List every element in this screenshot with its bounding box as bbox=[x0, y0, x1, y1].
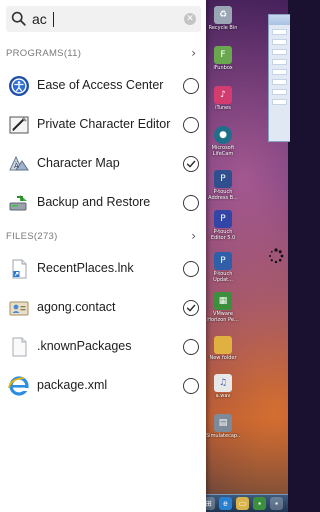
select-radio[interactable] bbox=[183, 261, 199, 277]
desktop-icon-label: P-touch Editor 5.0 bbox=[210, 229, 236, 241]
window-row bbox=[272, 39, 287, 45]
program-item-label: Backup and Restore bbox=[37, 195, 151, 209]
program-item-ease-of-access[interactable]: Ease of Access Center bbox=[0, 66, 206, 105]
desktop-icon-new-folder[interactable]: New folder bbox=[206, 336, 240, 361]
desktop-icon-ifunbox[interactable]: F iFunbox bbox=[206, 46, 240, 71]
chevron-right-icon[interactable]: › bbox=[191, 229, 196, 243]
desktop-icon-ptouch-address[interactable]: P P-touch Address B... bbox=[206, 170, 240, 201]
text-cursor bbox=[53, 12, 54, 27]
search-panel: ✕ PROGRAMS(11) › Ease of Access Center P… bbox=[0, 0, 206, 512]
app-taskbar-icon[interactable]: ▪ bbox=[253, 497, 266, 510]
select-radio-checked[interactable] bbox=[183, 300, 199, 316]
chevron-right-icon[interactable]: › bbox=[191, 46, 196, 60]
desktop-icon-label: iFunbox bbox=[213, 65, 233, 71]
window-titlebar bbox=[269, 15, 290, 25]
desktop-icon-label: P-touch Updat... bbox=[213, 271, 233, 283]
blank-file-icon bbox=[12, 337, 27, 357]
checkmark-icon bbox=[186, 160, 196, 168]
program-item-character-map[interactable]: Ä Character Map bbox=[0, 144, 206, 183]
ie-taskbar-icon[interactable]: e bbox=[219, 497, 232, 510]
select-radio[interactable] bbox=[183, 78, 199, 94]
files-section-header[interactable]: FILES(273) › bbox=[0, 227, 206, 245]
desktop-icon-label: VMware Horizon Pe... bbox=[207, 311, 239, 323]
ptouch-editor-icon: P bbox=[214, 210, 232, 228]
file-item-package-xml[interactable]: package.xml bbox=[0, 366, 206, 405]
vmware-icon: ▦ bbox=[214, 292, 232, 310]
window-row bbox=[272, 69, 287, 75]
private-character-editor-icon bbox=[9, 116, 29, 134]
desktop-icon-simulatecap[interactable]: ▤ Simulatecap... bbox=[206, 414, 240, 439]
program-item-backup-restore[interactable]: Backup and Restore bbox=[0, 183, 206, 222]
program-item-private-character-editor[interactable]: Private Character Editor bbox=[0, 105, 206, 144]
desktop-icon-lifecam[interactable]: ● Microsoft LifeCam bbox=[206, 126, 240, 157]
ie-xml-file-icon bbox=[8, 376, 29, 396]
select-radio[interactable] bbox=[183, 339, 199, 355]
desktop-icon-vmware[interactable]: ▦ VMware Horizon Pe... bbox=[206, 292, 240, 323]
ease-of-access-icon bbox=[9, 76, 29, 96]
desktop-icon-ptouch-update[interactable]: P P-touch Updat... bbox=[206, 252, 240, 283]
desktop-icon-label: Microsoft LifeCam bbox=[211, 145, 235, 157]
window-row bbox=[272, 49, 287, 55]
program-item-label: Private Character Editor bbox=[37, 117, 171, 131]
file-item-label: package.xml bbox=[37, 378, 108, 392]
window-row bbox=[272, 29, 287, 35]
file-item-label: .knownPackages bbox=[37, 339, 132, 353]
search-icon bbox=[11, 11, 26, 26]
desktop-icon-recycle-bin[interactable]: ♻ Recycle Bin bbox=[206, 6, 240, 31]
select-radio-checked[interactable] bbox=[183, 156, 199, 172]
ifunbox-icon: F bbox=[214, 46, 232, 64]
search-bar[interactable]: ✕ bbox=[6, 6, 201, 32]
desktop-icon-label: iTunes bbox=[215, 105, 231, 111]
window-row bbox=[272, 99, 287, 105]
background-window[interactable] bbox=[268, 14, 290, 142]
window-row bbox=[272, 79, 287, 85]
select-radio[interactable] bbox=[183, 117, 199, 133]
program-item-label: Ease of Access Center bbox=[37, 78, 164, 92]
screenshot-file-icon: ▤ bbox=[214, 414, 232, 432]
backup-restore-icon bbox=[9, 195, 27, 211]
desktop-icon-wav[interactable]: ♫ a.wav bbox=[206, 374, 240, 399]
lifecam-icon: ● bbox=[214, 126, 232, 144]
ptouch-address-icon: P bbox=[214, 170, 232, 188]
desktop-icon-label: P-touch Address B... bbox=[208, 189, 238, 201]
programs-section-label: PROGRAMS(11) bbox=[6, 47, 82, 59]
file-item-recentplaces[interactable]: RecentPlaces.lnk bbox=[0, 249, 206, 288]
files-section-label: FILES(273) bbox=[6, 230, 58, 242]
desktop-icon-label: Simulatecap... bbox=[206, 433, 240, 439]
svg-text:Ä: Ä bbox=[14, 161, 19, 170]
folder-icon bbox=[214, 336, 232, 354]
taskbar: ⊞ e ▭ ▪ ▪ bbox=[198, 494, 288, 512]
checkmark-icon bbox=[186, 304, 196, 312]
audio-file-icon: ♫ bbox=[214, 374, 232, 392]
app-taskbar-icon[interactable]: ▪ bbox=[270, 497, 283, 510]
select-radio[interactable] bbox=[183, 378, 199, 394]
program-item-label: Character Map bbox=[37, 156, 120, 170]
ptouch-update-icon: P bbox=[214, 252, 232, 270]
window-row bbox=[272, 59, 287, 65]
desktop-icon-itunes[interactable]: ♪ iTunes bbox=[206, 86, 240, 111]
desktop-icon-label: a.wav bbox=[215, 393, 231, 399]
file-item-label: agong.contact bbox=[37, 300, 116, 314]
desktop-icon-ptouch-editor[interactable]: P P-touch Editor 5.0 bbox=[206, 210, 240, 241]
file-item-knownpackages[interactable]: .knownPackages bbox=[0, 327, 206, 366]
desktop-icon-label: New folder bbox=[209, 355, 237, 361]
select-radio[interactable] bbox=[183, 195, 199, 211]
file-item-label: RecentPlaces.lnk bbox=[37, 261, 134, 275]
contact-file-icon bbox=[9, 301, 29, 316]
itunes-icon: ♪ bbox=[214, 86, 232, 104]
window-row bbox=[272, 89, 287, 95]
desktop-icon-label: Recycle Bin bbox=[208, 25, 238, 31]
loading-spinner-icon bbox=[269, 248, 284, 264]
explorer-taskbar-icon[interactable]: ▭ bbox=[236, 497, 249, 510]
character-map-icon: Ä bbox=[9, 155, 29, 171]
clear-search-icon[interactable]: ✕ bbox=[184, 13, 196, 25]
file-item-agong-contact[interactable]: agong.contact bbox=[0, 288, 206, 327]
shortcut-file-icon bbox=[12, 259, 27, 279]
programs-section-header[interactable]: PROGRAMS(11) › bbox=[0, 44, 206, 62]
recycle-bin-icon: ♻ bbox=[214, 6, 232, 24]
